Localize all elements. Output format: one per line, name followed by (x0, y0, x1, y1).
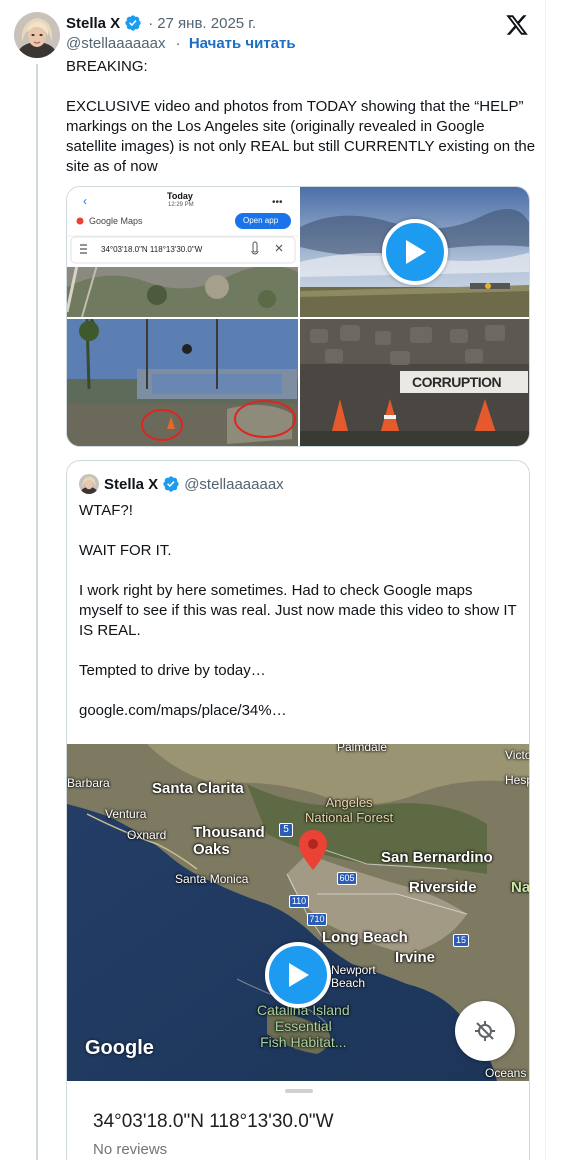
x-logo-icon[interactable] (505, 13, 529, 37)
quote-link-text: google.com/maps/place/34%… (79, 702, 287, 719)
author-name[interactable]: Stella X (66, 15, 120, 32)
map-label-na: Na (511, 879, 530, 896)
google-logo: Google (85, 1037, 154, 1059)
map-label-ventura: Ventura (105, 807, 147, 821)
map-label-irvine: Irvine (395, 949, 436, 966)
route-shield-15: 15 (453, 934, 469, 947)
map-label-oxnard: Oxnard (127, 828, 167, 842)
place-reviews: No reviews (93, 1141, 168, 1158)
phone-search-value: 34°03'18.0"N 118°13'30.0"W (101, 245, 203, 254)
map-label-catalina: Catalina Island Essential Fish Habitat..… (257, 1002, 350, 1050)
route-shield-605: 605 (337, 872, 357, 885)
sign-text: CORRUPTION (412, 374, 502, 390)
route-shield-110: 110 (289, 895, 309, 908)
map-label-palmdale: Palmdale (337, 744, 388, 754)
map-label-riverside: Riverside (409, 879, 477, 896)
map-label-victorville: Victo (505, 748, 530, 762)
locate-button[interactable] (455, 1001, 515, 1061)
place-coordinates: 34°03'18.0"N 118°13'30.0"W (93, 1111, 334, 1132)
verified-badge-icon (162, 475, 180, 493)
map-label-oceans: Oceans (485, 1066, 527, 1080)
locate-icon (475, 1021, 495, 1041)
quote-paragraph: WAIT FOR IT. (79, 542, 172, 559)
map-label-thousand-oaks: Thousand Oaks (193, 824, 265, 858)
thread-connector-line (36, 64, 38, 1160)
media-video-site-view[interactable] (300, 187, 529, 317)
media-photo-corruption-sign[interactable]: CORRUPTION (300, 319, 529, 446)
route-shield-5: 5 (279, 823, 293, 837)
sheet-drag-handle[interactable] (285, 1089, 313, 1093)
tweet-media-grid[interactable]: ‹ ••• Today 12:29 PM Google Maps Open ap… (66, 186, 530, 447)
map-label-hesperia: Hesp (505, 773, 529, 787)
timeline-right-border (545, 0, 546, 1160)
quoted-tweet[interactable]: Stella X @stellaaaaaax WTAF?! WAIT FOR I… (66, 460, 530, 1160)
media-photo-street[interactable] (67, 319, 298, 446)
map-label-angeles-nf: Angeles National Forest (305, 795, 394, 825)
quote-paragraph: I work right by here sometimes. Had to c… (79, 582, 517, 639)
verified-badge-icon[interactable] (124, 14, 142, 32)
map-label-long-beach: Long Beach (322, 929, 408, 946)
tweet-text: BREAKING: EXCLUSIVE video and photos fro… (66, 57, 536, 177)
route-shield-710: 710 (307, 913, 327, 926)
phone-header-title: Today (167, 191, 193, 201)
play-video-button[interactable] (265, 942, 331, 1008)
separator-dot: · (148, 14, 154, 32)
svg-text:•••: ••• (272, 197, 283, 208)
quote-avatar (79, 474, 99, 494)
play-icon (406, 240, 426, 264)
tweet-author-row: Stella X · 27 янв. 2025 г. (66, 13, 256, 33)
map-label-barbara: Barbara (67, 776, 110, 790)
handle-row: @stellaaaaaax · Начать читать (66, 35, 296, 52)
separator-dot: · (175, 35, 181, 52)
phone-app-name: Google Maps (89, 216, 143, 226)
map-pin-icon (299, 830, 327, 870)
phone-open-app-button: Open app (243, 216, 279, 225)
quote-author-handle: @stellaaaaaax (184, 475, 284, 493)
quote-text: WTAF?! WAIT FOR IT. I work right by here… (79, 501, 519, 721)
quote-paragraph: WTAF?! (79, 502, 133, 519)
author-handle[interactable]: @stellaaaaaax (66, 35, 165, 52)
map-label-santa-monica: Santa Monica (175, 872, 249, 886)
follow-button[interactable]: Начать читать (189, 35, 296, 52)
author-avatar[interactable] (14, 12, 60, 58)
phone-header-time: 12:29 PM (168, 202, 194, 208)
map-label-santa-clarita: Santa Clarita (152, 780, 244, 797)
svg-text:‹: ‹ (83, 194, 87, 208)
play-video-button[interactable] (382, 219, 448, 285)
quote-header: Stella X @stellaaaaaax (79, 474, 284, 494)
play-icon (289, 963, 309, 987)
place-bottom-sheet[interactable]: 34°03'18.0"N 118°13'30.0"W No reviews (67, 1081, 529, 1160)
quote-paragraph: Tempted to drive by today… (79, 662, 266, 679)
tweet-text-line: BREAKING: (66, 58, 148, 75)
tweet-date[interactable]: 27 янв. 2025 г. (157, 15, 256, 32)
quote-author-name: Stella X (104, 475, 159, 493)
quote-video-map[interactable]: Palmdale Victo Hesp Barbara Santa Clarit… (67, 744, 530, 1081)
media-photo-maps-screenshot[interactable]: ‹ ••• Today 12:29 PM Google Maps Open ap… (67, 187, 298, 317)
map-label-newport-beach: Newport Beach (331, 963, 376, 990)
map-label-san-bernardino: San Bernardino (381, 849, 493, 866)
tweet-text-line: EXCLUSIVE video and photos from TODAY sh… (66, 98, 536, 175)
